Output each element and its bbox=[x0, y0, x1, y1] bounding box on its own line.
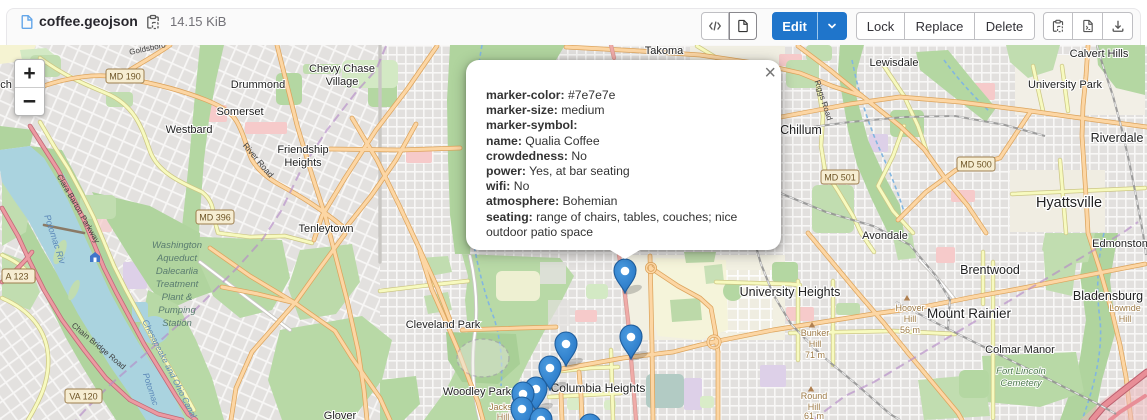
svg-text:Hill: Hill bbox=[809, 339, 822, 349]
svg-text:Cleveland Park: Cleveland Park bbox=[406, 319, 481, 331]
svg-text:MD 500: MD 500 bbox=[960, 160, 992, 170]
svg-text:Hoover: Hoover bbox=[895, 303, 924, 313]
svg-text:Somerset: Somerset bbox=[216, 106, 263, 118]
svg-text:University Park: University Park bbox=[1028, 79, 1102, 91]
svg-text:VA 120: VA 120 bbox=[69, 392, 97, 402]
svg-text:Fort Lincoln: Fort Lincoln bbox=[996, 366, 1046, 377]
svg-text:Glover: Glover bbox=[324, 410, 357, 420]
svg-text:Westbard: Westbard bbox=[166, 124, 213, 136]
svg-text:MD 190: MD 190 bbox=[109, 72, 141, 82]
svg-text:Edmonston: Edmonston bbox=[1092, 238, 1147, 250]
svg-text:Hill: Hill bbox=[904, 314, 917, 324]
svg-text:Woodley Park: Woodley Park bbox=[443, 386, 512, 398]
svg-text:Aqueduct: Aqueduct bbox=[156, 253, 198, 264]
svg-text:Plant &: Plant & bbox=[162, 292, 193, 303]
svg-text:Hill: Hill bbox=[497, 412, 510, 420]
svg-text:A 123: A 123 bbox=[5, 272, 28, 282]
svg-text:Treatment: Treatment bbox=[156, 279, 199, 290]
svg-text:61 m: 61 m bbox=[804, 411, 824, 420]
svg-text:71 m: 71 m bbox=[805, 350, 825, 360]
svg-text:University Heights: University Heights bbox=[740, 285, 841, 299]
svg-text:Chillum: Chillum bbox=[780, 123, 822, 137]
svg-text:MD 501: MD 501 bbox=[824, 173, 856, 183]
svg-text:Avondale: Avondale bbox=[862, 230, 908, 242]
svg-text:Mount Rainier: Mount Rainier bbox=[927, 306, 1012, 321]
svg-text:ch: ch bbox=[0, 79, 12, 91]
svg-text:Calvert Hills: Calvert Hills bbox=[1070, 48, 1129, 60]
svg-text:Bunker: Bunker bbox=[801, 328, 830, 338]
svg-text:Takoma: Takoma bbox=[645, 45, 684, 57]
svg-text:Washington: Washington bbox=[152, 240, 202, 251]
svg-text:Pumping: Pumping bbox=[158, 305, 196, 316]
svg-text:Cemetery: Cemetery bbox=[1000, 378, 1042, 389]
svg-text:56 m: 56 m bbox=[900, 325, 920, 335]
svg-text:Dalecarlia: Dalecarlia bbox=[156, 266, 198, 277]
svg-text:Village: Village bbox=[326, 76, 359, 88]
svg-text:Hyattsville: Hyattsville bbox=[1036, 195, 1102, 211]
svg-text:Station: Station bbox=[162, 318, 192, 329]
svg-text:Lownde: Lownde bbox=[1109, 303, 1141, 313]
svg-text:Chevy Chase: Chevy Chase bbox=[309, 63, 375, 75]
svg-text:Bladensburg: Bladensburg bbox=[1073, 289, 1143, 303]
svg-text:Brentwood: Brentwood bbox=[960, 263, 1020, 277]
svg-text:Riverdale: Riverdale bbox=[1091, 131, 1144, 145]
svg-text:Drummond: Drummond bbox=[231, 79, 285, 91]
svg-text:Round: Round bbox=[801, 391, 828, 401]
svg-text:Friendship: Friendship bbox=[277, 144, 328, 156]
svg-text:Heights: Heights bbox=[284, 157, 322, 169]
svg-text:Tenleytown: Tenleytown bbox=[298, 223, 353, 235]
svg-text:Lewisdale: Lewisdale bbox=[870, 57, 919, 69]
svg-text:Hill: Hill bbox=[1119, 314, 1132, 324]
svg-text:Colmar Manor: Colmar Manor bbox=[985, 344, 1055, 356]
svg-text:MD 396: MD 396 bbox=[199, 213, 231, 223]
